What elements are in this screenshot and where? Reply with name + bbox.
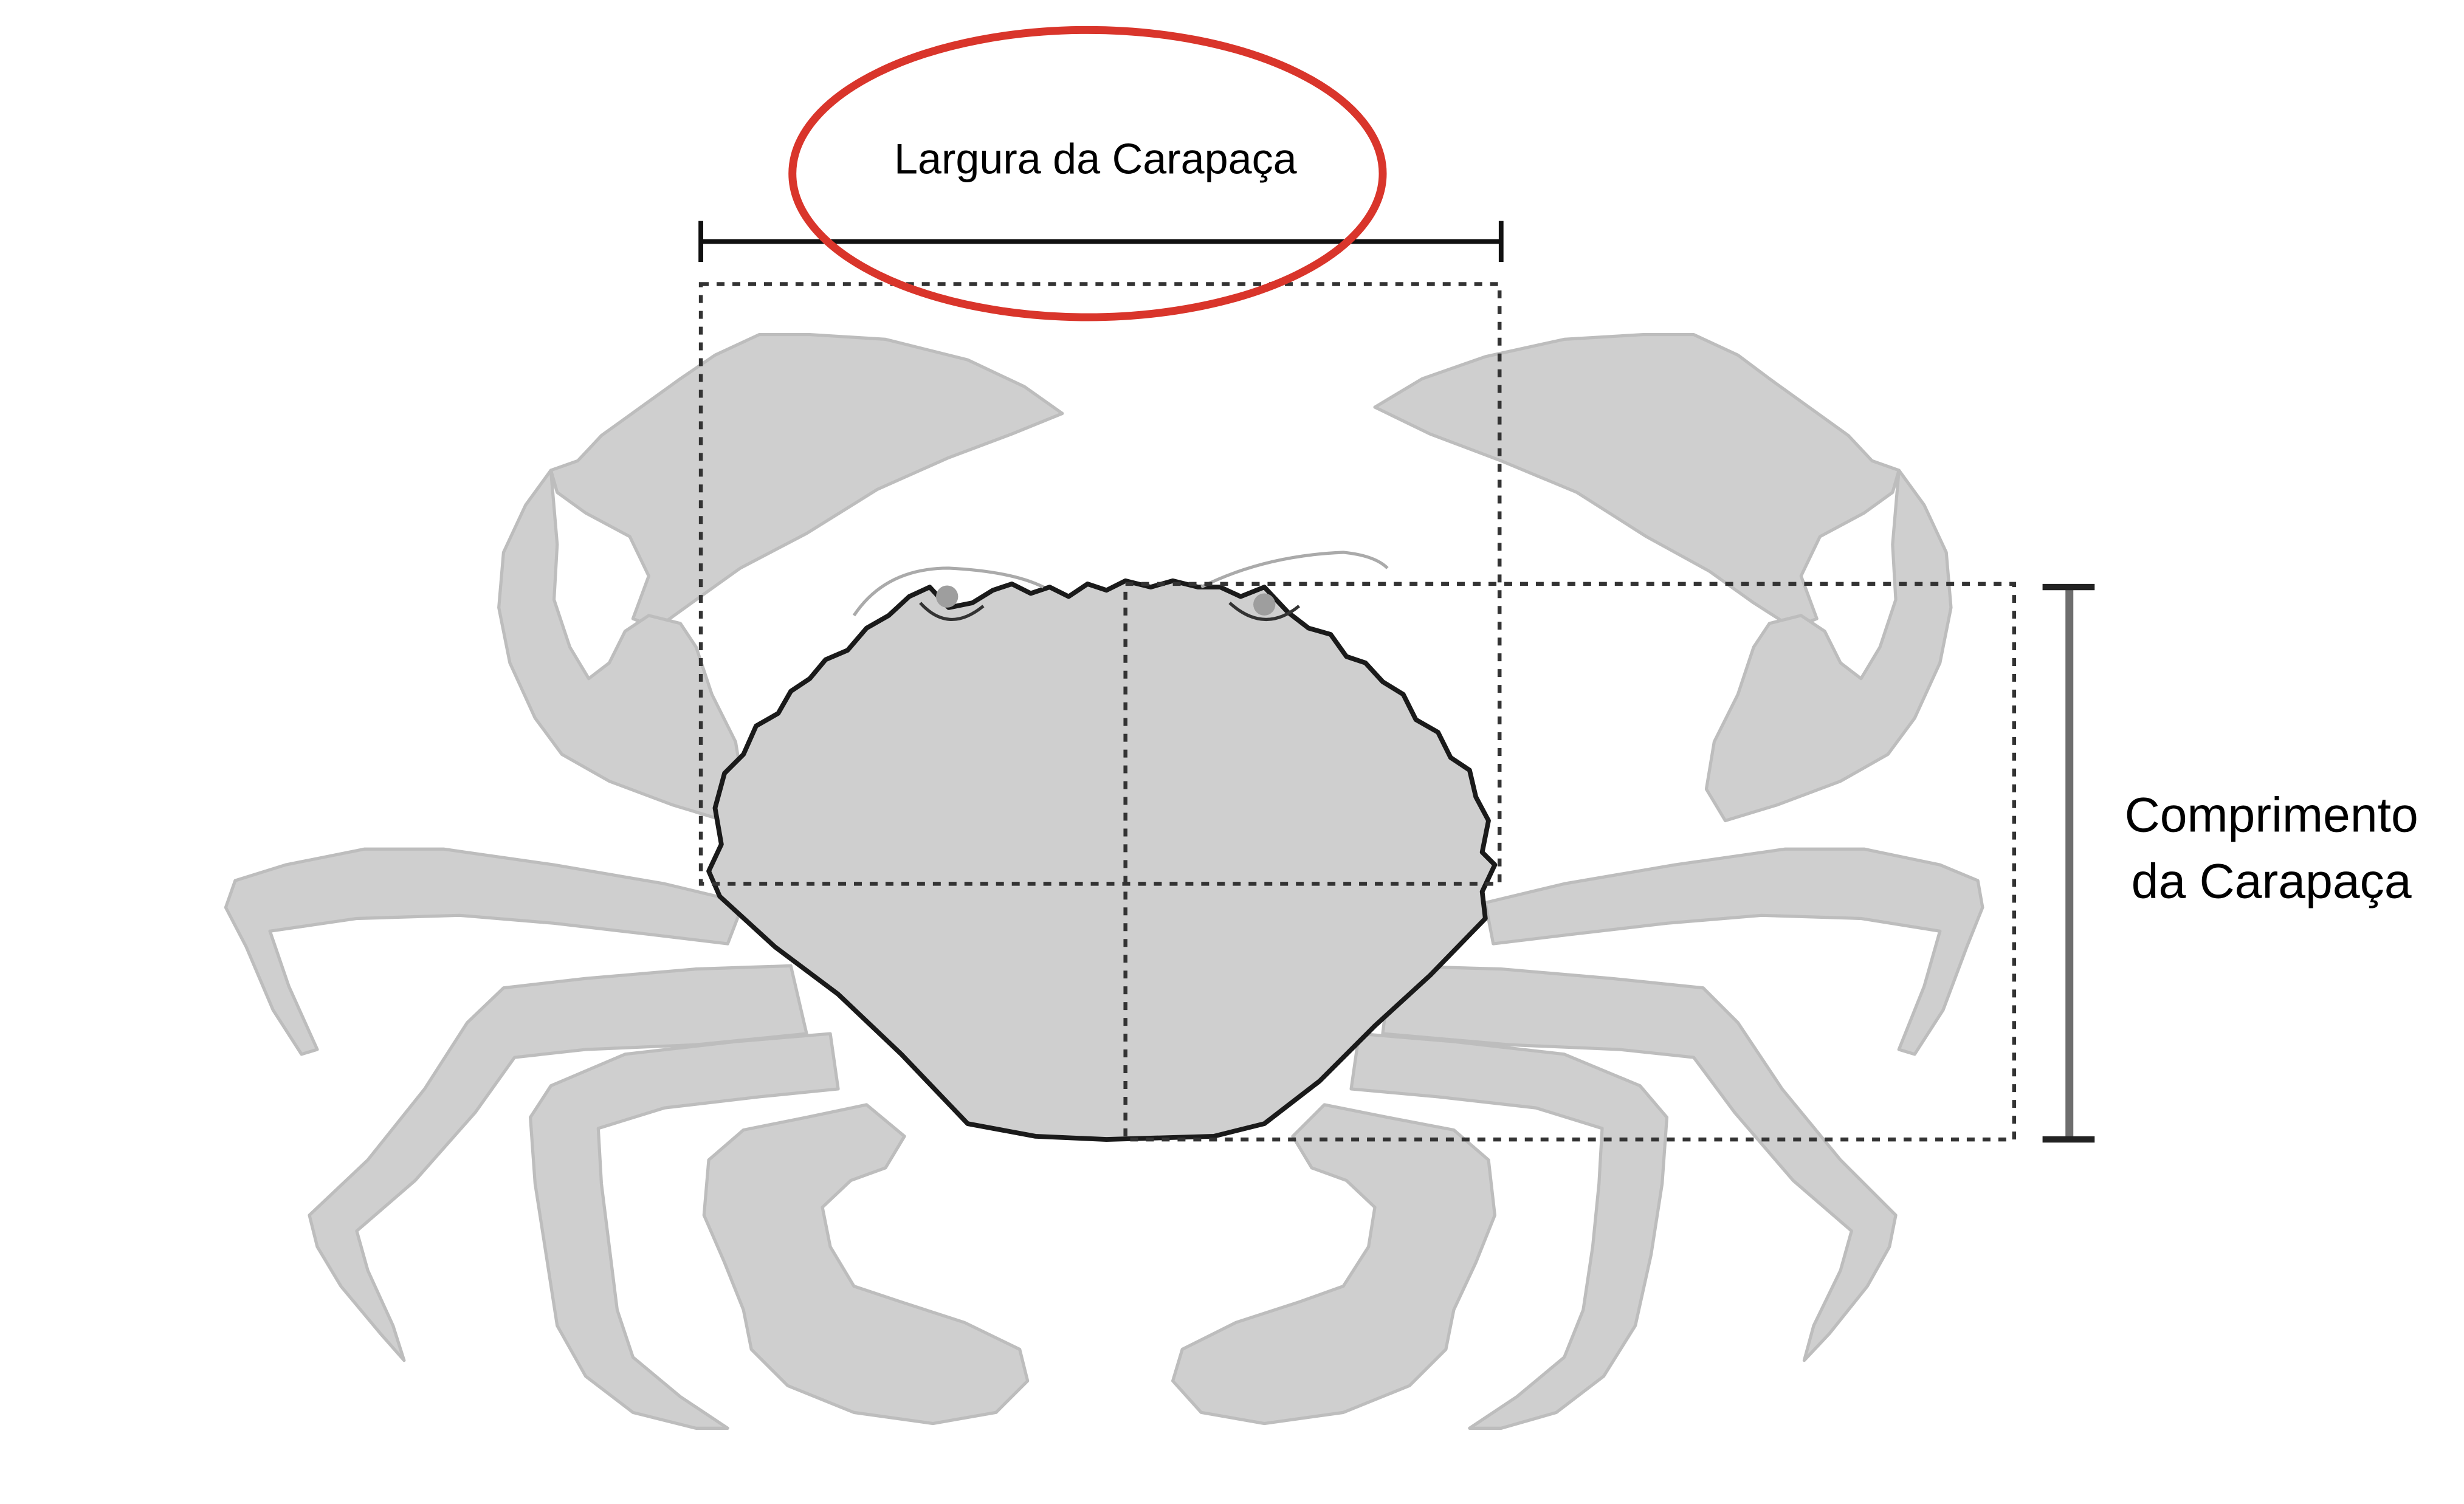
length-label-line1: Comprimento bbox=[2125, 788, 2418, 843]
left-leg-4 bbox=[702, 1103, 1030, 1426]
right-eye-icon bbox=[1253, 593, 1276, 616]
width-label: Largura da Carapaça bbox=[894, 136, 1297, 183]
length-dimension-bar bbox=[2042, 583, 2095, 1143]
left-claw bbox=[549, 332, 1064, 630]
width-dimension-line bbox=[698, 221, 1504, 263]
carapace-measurement-diagram: Largura da Carapaça Comprimento da Carap… bbox=[224, 26, 2418, 1430]
crab-illustration bbox=[224, 332, 1984, 1430]
length-label-line2: da Carapaça bbox=[2132, 854, 2412, 909]
right-antenna bbox=[1200, 551, 1389, 589]
left-eye-icon bbox=[936, 585, 958, 608]
right-leg-4 bbox=[1171, 1103, 1497, 1426]
